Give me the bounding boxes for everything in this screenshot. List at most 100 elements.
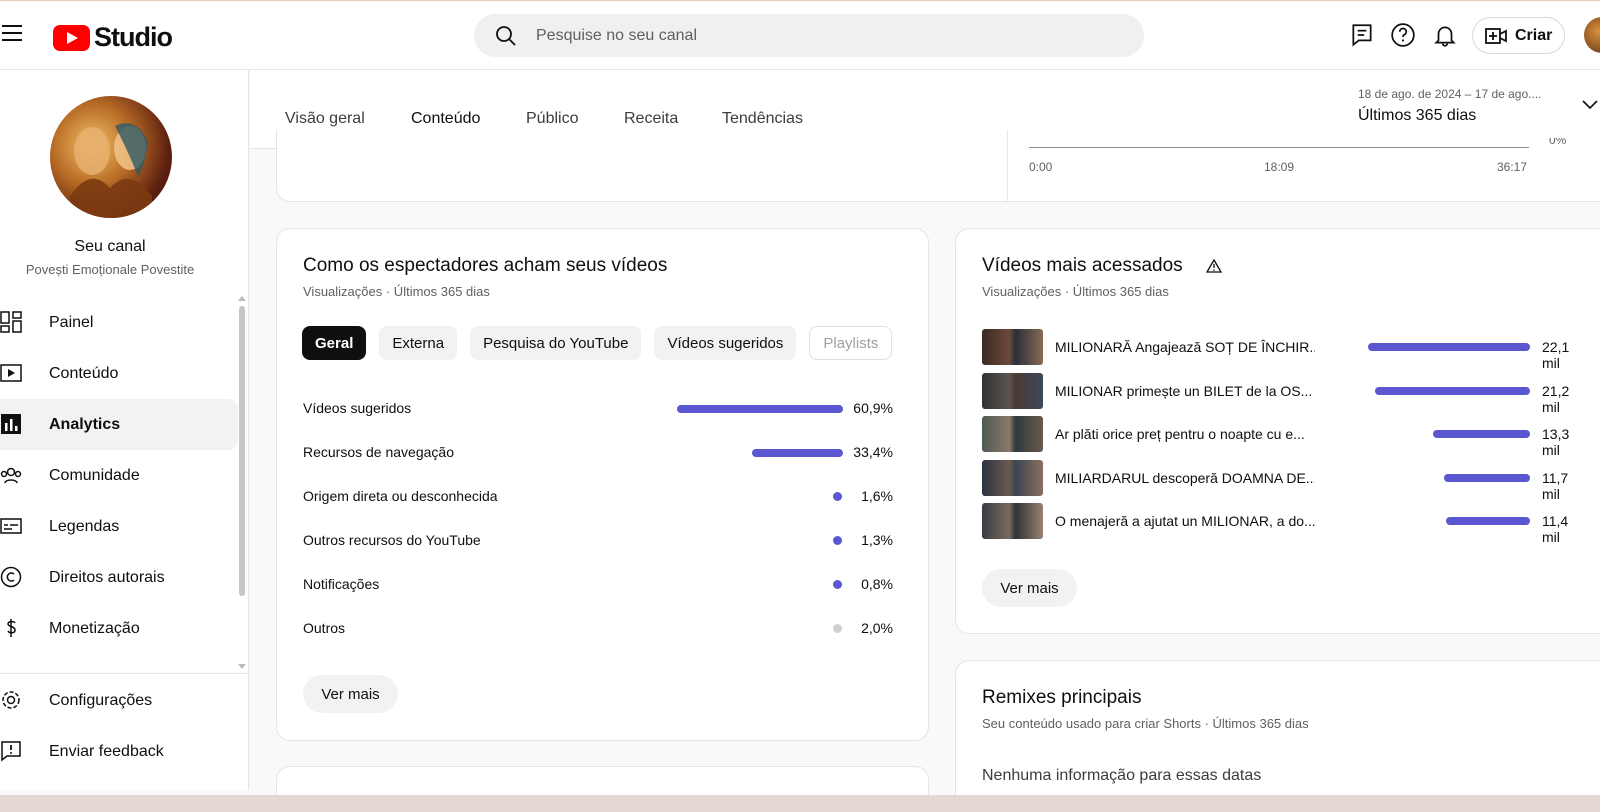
video-title[interactable]: MILIONAR primește un BILET de la OS...: [1055, 383, 1315, 399]
axis-tick-label: 36:17: [1497, 160, 1528, 174]
sidebar-item-comunidade[interactable]: Comunidade: [0, 450, 238, 501]
sidebar-item-direitos-autorais[interactable]: Direitos autorais: [0, 552, 238, 603]
sidebar-item-label: Conteúdo: [49, 364, 119, 382]
date-range-label[interactable]: Últimos 365 dias: [1358, 107, 1476, 125]
video-views-value: 21,2 mil: [1542, 382, 1570, 415]
chip-pesquisa-youtube[interactable]: Pesquisa do YouTube: [470, 326, 642, 360]
traffic-filter-chips: Geral Externa Pesquisa do YouTube Vídeos…: [302, 326, 905, 360]
sidebar-scroll-up[interactable]: [238, 296, 246, 301]
copyright-icon: [0, 566, 22, 588]
chart-baseline: [1029, 147, 1529, 148]
notifications-bell-icon[interactable]: [1432, 22, 1458, 48]
create-button[interactable]: Criar: [1472, 17, 1565, 54]
video-thumbnail[interactable]: [982, 372, 1043, 409]
see-more-button[interactable]: Ver mais: [982, 569, 1077, 607]
top-header: Studio Criar: [0, 0, 1600, 70]
chip-externa[interactable]: Externa: [379, 326, 458, 360]
traffic-source-name: Outros recursos do YouTube: [303, 532, 481, 548]
subtitles-feedback-icon[interactable]: [1349, 22, 1375, 48]
menu-icon[interactable]: [2, 25, 24, 43]
video-views-bar: [1368, 343, 1530, 351]
logo-text: Studio: [94, 22, 173, 52]
sidebar-item-painel[interactable]: Painel: [0, 297, 238, 348]
see-more-button[interactable]: Ver mais: [303, 675, 398, 713]
card-title: Como os espectadores acham seus vídeos: [303, 255, 668, 276]
sidebar-scroll-down[interactable]: [238, 664, 246, 669]
traffic-source-dot: [833, 580, 842, 589]
search-bar[interactable]: [474, 14, 1144, 57]
retention-card-partial: 0:00 18:09 36:17 0%: [276, 130, 1600, 202]
create-video-icon: [1485, 27, 1507, 44]
video-thumbnail[interactable]: [982, 503, 1043, 539]
video-thumbnail[interactable]: [982, 416, 1043, 452]
video-title[interactable]: MILIONARĂ Angajează SOȚ DE ÎNCHIR...: [1055, 339, 1315, 355]
channel-avatar[interactable]: [50, 96, 172, 218]
traffic-source-dot: [833, 492, 842, 501]
tab-conteudo[interactable]: Conteúdo: [411, 110, 480, 128]
top-video-row[interactable]: MILIARDARUL descoperă DOAMNA DE... 11,7 m…: [982, 459, 1582, 502]
top-video-row[interactable]: Ar plăti orice preț pentru o noapte cu e…: [982, 416, 1582, 458]
video-views-value: 13,3 mil: [1542, 426, 1570, 458]
video-thumbnail[interactable]: [982, 329, 1043, 365]
os-taskbar: [0, 795, 1600, 812]
warning-icon[interactable]: [1205, 258, 1223, 273]
dashboard-icon: [0, 311, 22, 333]
chip-videos-sugeridos[interactable]: Vídeos sugeridos: [654, 326, 797, 360]
sidebar-item-configuracoes[interactable]: Configurações: [0, 675, 238, 726]
tab-visao-geral[interactable]: Visão geral: [285, 110, 365, 128]
tab-tendencias[interactable]: Tendências: [722, 110, 803, 128]
chip-geral[interactable]: Geral: [302, 326, 367, 360]
card-subtitle: Visualizações · Últimos 365 dias: [982, 284, 1169, 299]
top-video-row[interactable]: O menajeră a ajutat un MILIONAR, a do...…: [982, 503, 1582, 545]
channel-title[interactable]: Seu canal: [0, 238, 220, 256]
traffic-source-name: Recursos de navegação: [303, 444, 454, 460]
chip-playlists[interactable]: Playlists: [809, 326, 893, 360]
video-views-value: 11,7 mil: [1542, 469, 1569, 502]
traffic-source-row: Notificações 0,8%: [303, 576, 893, 596]
sidebar: Seu canal Povești Emoționale Povestite P…: [0, 70, 249, 790]
studio-logo[interactable]: Studio: [53, 22, 173, 53]
help-icon[interactable]: [1390, 22, 1416, 48]
sidebar-item-legendas[interactable]: Legendas: [0, 501, 238, 552]
search-input[interactable]: [536, 26, 1096, 45]
sidebar-scrollbar[interactable]: [239, 306, 245, 596]
card-subtitle: Visualizações · Últimos 365 dias: [303, 284, 490, 299]
date-range-text[interactable]: 18 de ago. de 2024 – 17 de ago....: [1358, 87, 1542, 101]
tab-receita[interactable]: Receita: [624, 110, 678, 128]
top-edge-line: [0, 0, 1600, 1]
traffic-source-percent: 1,6%: [861, 488, 893, 504]
card-title-text: Vídeos mais acessados: [982, 255, 1183, 276]
sidebar-item-label: Painel: [49, 313, 94, 331]
sidebar-item-enviar-feedback[interactable]: Enviar feedback: [0, 726, 238, 777]
video-title[interactable]: MILIARDARUL descoperă DOAMNA DE...: [1055, 470, 1315, 486]
account-avatar[interactable]: [1584, 17, 1600, 53]
youtube-logo-icon: [53, 24, 90, 51]
sidebar-item-conteudo[interactable]: Conteúdo: [0, 348, 238, 399]
search-icon[interactable]: [494, 24, 518, 48]
traffic-source-bar: [751, 449, 843, 457]
traffic-source-percent: 60,9%: [853, 400, 893, 416]
chevron-down-icon[interactable]: [1582, 100, 1598, 110]
channel-avatar-art: [70, 123, 152, 218]
card-title: Vídeos mais acessados: [982, 255, 1223, 277]
video-title[interactable]: O menajeră a ajutat un MILIONAR, a do...: [1055, 513, 1315, 529]
sidebar-item-label: Direitos autorais: [49, 568, 165, 586]
settings-icon: [2, 691, 20, 709]
sidebar-item-analytics[interactable]: Analytics: [0, 399, 238, 450]
video-thumbnail[interactable]: [982, 459, 1043, 496]
sidebar-divider: [0, 673, 249, 674]
traffic-source-percent: 33,4%: [853, 444, 893, 460]
tab-publico[interactable]: Público: [526, 110, 578, 128]
card-divider: [1007, 130, 1008, 202]
sidebar-item-label: Configurações: [49, 691, 153, 709]
video-title[interactable]: Ar plăti orice preț pentru o noapte cu e…: [1055, 426, 1315, 442]
top-video-row[interactable]: MILIONARĂ Angajează SOȚ DE ÎNCHIR... 22,1…: [982, 329, 1582, 371]
analytics-icon: [1, 414, 21, 434]
traffic-sources-card: Como os espectadores acham seus vídeos V…: [276, 228, 929, 741]
top-video-row[interactable]: MILIONAR primește un BILET de la OS... 21…: [982, 372, 1582, 415]
top-videos-card: Vídeos mais acessados Visualizações · Úl…: [955, 228, 1600, 634]
axis-tick-label: 18:09: [1264, 160, 1295, 174]
monetization-icon: [7, 619, 16, 637]
sidebar-item-monetizacao[interactable]: Monetização: [0, 603, 238, 654]
traffic-source-dot: [833, 536, 842, 545]
